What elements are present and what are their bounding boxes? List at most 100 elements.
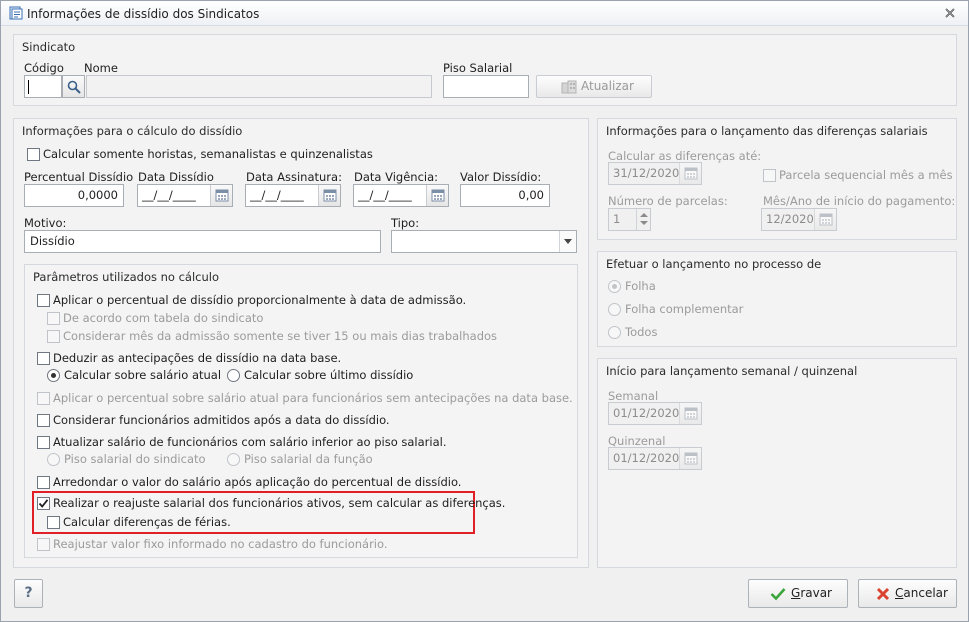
p5-radio-piso-sindicato-label: Piso salarial do sindicato xyxy=(64,452,206,466)
calcular-ate-label: Calcular as diferenças até: xyxy=(608,149,762,163)
p5-checkbox[interactable] xyxy=(37,436,50,449)
sindicato-group-title: Sindicato xyxy=(22,40,76,54)
p7-label: Realizar o reajuste salarial dos funcion… xyxy=(53,496,506,510)
calcular-ate-value: 31/12/2020 xyxy=(613,166,680,180)
nome-label: Nome xyxy=(84,61,118,75)
codigo-search-button[interactable] xyxy=(62,75,85,98)
p1a-checkbox[interactable] xyxy=(47,312,60,325)
help-label: ? xyxy=(24,585,33,601)
data-vigencia-calendar-button[interactable] xyxy=(426,185,448,206)
lancamento-group-title: Informações para o lançamento das difere… xyxy=(606,124,928,138)
cancel-icon xyxy=(876,587,890,601)
p2-radio-ultimo-dissidio[interactable] xyxy=(227,369,240,382)
horistas-checkbox[interactable] xyxy=(27,148,40,161)
calendar-icon xyxy=(684,167,698,180)
data-dissidio-calendar-button[interactable] xyxy=(210,185,232,206)
mes-ano-input[interactable]: 12/2020 xyxy=(761,208,837,231)
piso-salarial-label: Piso Salarial xyxy=(443,61,513,75)
quinzenal-calendar-button[interactable] xyxy=(679,448,701,469)
todos-radio[interactable] xyxy=(608,326,621,339)
parametros-group-title: Parâmetros utilizados no cálculo xyxy=(33,270,220,284)
calculo-group: Informações para o cálculo do dissídio C… xyxy=(13,118,589,568)
p5-radio-piso-sindicato[interactable] xyxy=(47,453,60,466)
p1-checkbox[interactable] xyxy=(37,294,50,307)
todos-radio-label: Todos xyxy=(625,325,658,339)
data-vigencia-input[interactable]: __/__/____ xyxy=(353,184,449,207)
tipo-select[interactable] xyxy=(391,230,577,253)
p7a-checkbox[interactable] xyxy=(47,516,60,529)
p7-checkbox[interactable] xyxy=(37,497,50,510)
p5-radio-piso-funcao[interactable] xyxy=(227,453,240,466)
p6-label: Arredondar o valor do salário após aplic… xyxy=(53,475,462,489)
checkmark-icon xyxy=(770,588,786,601)
mes-ano-label: Mês/Ano de início do pagamento: xyxy=(763,194,956,208)
tipo-dropdown-button[interactable] xyxy=(559,231,576,252)
quinzenal-input[interactable]: 01/12/2020 xyxy=(608,447,702,470)
chevron-down-icon xyxy=(564,239,572,244)
atualizar-button[interactable]: Atualizar xyxy=(536,75,652,98)
horistas-label: Calcular somente horistas, semanalistas … xyxy=(43,147,373,161)
dialog-window: Informações de dissídio dos Sindicatos S… xyxy=(0,0,969,622)
valor-dissidio-input[interactable]: 0,00 xyxy=(460,184,550,207)
calculo-group-title: Informações para o cálculo do dissídio xyxy=(22,124,243,138)
tipo-label: Tipo: xyxy=(391,216,420,230)
p1b-label: Considerar mês da admissão somente se ti… xyxy=(63,329,498,343)
p1b-checkbox[interactable] xyxy=(47,330,60,343)
close-icon[interactable] xyxy=(944,7,956,19)
p2-checkbox[interactable] xyxy=(37,352,50,365)
parcela-sequencial-checkbox[interactable] xyxy=(763,169,776,182)
semanal-value: 01/12/2020 xyxy=(613,406,680,420)
p5-radio-piso-funcao-label: Piso salarial da função xyxy=(244,452,373,466)
motivo-label: Motivo: xyxy=(24,216,67,230)
cancelar-label: Cancelar xyxy=(895,586,948,600)
app-icon xyxy=(9,6,23,20)
calcular-ate-calendar-button[interactable] xyxy=(679,163,701,184)
num-parcelas-input[interactable]: 1 xyxy=(608,208,651,231)
data-dissidio-value: __/__/____ xyxy=(142,188,196,202)
parametros-group: Parâmetros utilizados no cálculo Aplicar… xyxy=(24,264,578,558)
codigo-label: Código xyxy=(24,61,64,75)
processo-group: Efetuar o lançamento no processo de Folh… xyxy=(597,251,957,347)
folha-radio[interactable] xyxy=(608,280,621,293)
data-assinatura-calendar-button[interactable] xyxy=(318,185,340,206)
gravar-label: Gravar xyxy=(791,586,832,600)
semanal-input[interactable]: 01/12/2020 xyxy=(608,402,702,425)
semanal-group-title: Início para lançamento semanal / quinzen… xyxy=(606,364,858,378)
p8-checkbox[interactable] xyxy=(37,538,50,551)
cancelar-button[interactable]: Cancelar xyxy=(858,579,957,608)
p2-radio-ultimo-dissidio-label: Calcular sobre último dissídio xyxy=(244,368,414,382)
percentual-input[interactable]: 0,0000 xyxy=(24,184,124,207)
piso-salarial-input[interactable] xyxy=(443,75,529,98)
p2-radio-salario-atual[interactable] xyxy=(47,369,60,382)
p2-radio-salario-atual-label: Calcular sobre salário atual xyxy=(64,368,222,382)
search-icon xyxy=(67,80,81,94)
data-vigencia-label: Data Vigência: xyxy=(354,170,439,184)
codigo-input[interactable] xyxy=(24,75,62,98)
data-assinatura-value: __/__/____ xyxy=(250,188,304,202)
help-button[interactable]: ? xyxy=(14,579,43,608)
gravar-button[interactable]: Gravar xyxy=(748,579,848,608)
motivo-input[interactable]: Dissídio xyxy=(24,230,381,253)
p4-checkbox[interactable] xyxy=(37,414,50,427)
data-dissidio-input[interactable]: __/__/____ xyxy=(137,184,233,207)
semanal-calendar-button[interactable] xyxy=(679,403,701,424)
p6-checkbox[interactable] xyxy=(37,476,50,489)
p7a-label: Calcular diferenças de férias. xyxy=(63,515,231,529)
data-assinatura-input[interactable]: __/__/____ xyxy=(245,184,341,207)
folha-complementar-radio[interactable] xyxy=(608,303,621,316)
valor-dissidio-label: Valor Dissídio: xyxy=(460,170,542,184)
p3-checkbox[interactable] xyxy=(37,392,50,405)
p1a-label: De acordo com tabela do sindicato xyxy=(63,311,264,325)
num-parcelas-spinner[interactable] xyxy=(636,209,650,230)
spinner-arrows-icon xyxy=(640,213,648,225)
semanal-group: Início para lançamento semanal / quinzen… xyxy=(597,358,957,568)
percentual-label: Percentual Dissídio xyxy=(24,170,134,184)
data-dissidio-label: Data Dissídio xyxy=(138,170,214,184)
data-assinatura-label: Data Assinatura: xyxy=(246,170,342,184)
calendar-icon xyxy=(684,452,698,465)
quinzenal-label: Quinzenal xyxy=(608,434,666,448)
calendar-icon xyxy=(215,189,229,202)
p4-label: Considerar funcionários admitidos após a… xyxy=(53,413,390,427)
mes-ano-calendar-button[interactable] xyxy=(814,209,836,230)
calcular-ate-input[interactable]: 31/12/2020 xyxy=(608,162,702,185)
